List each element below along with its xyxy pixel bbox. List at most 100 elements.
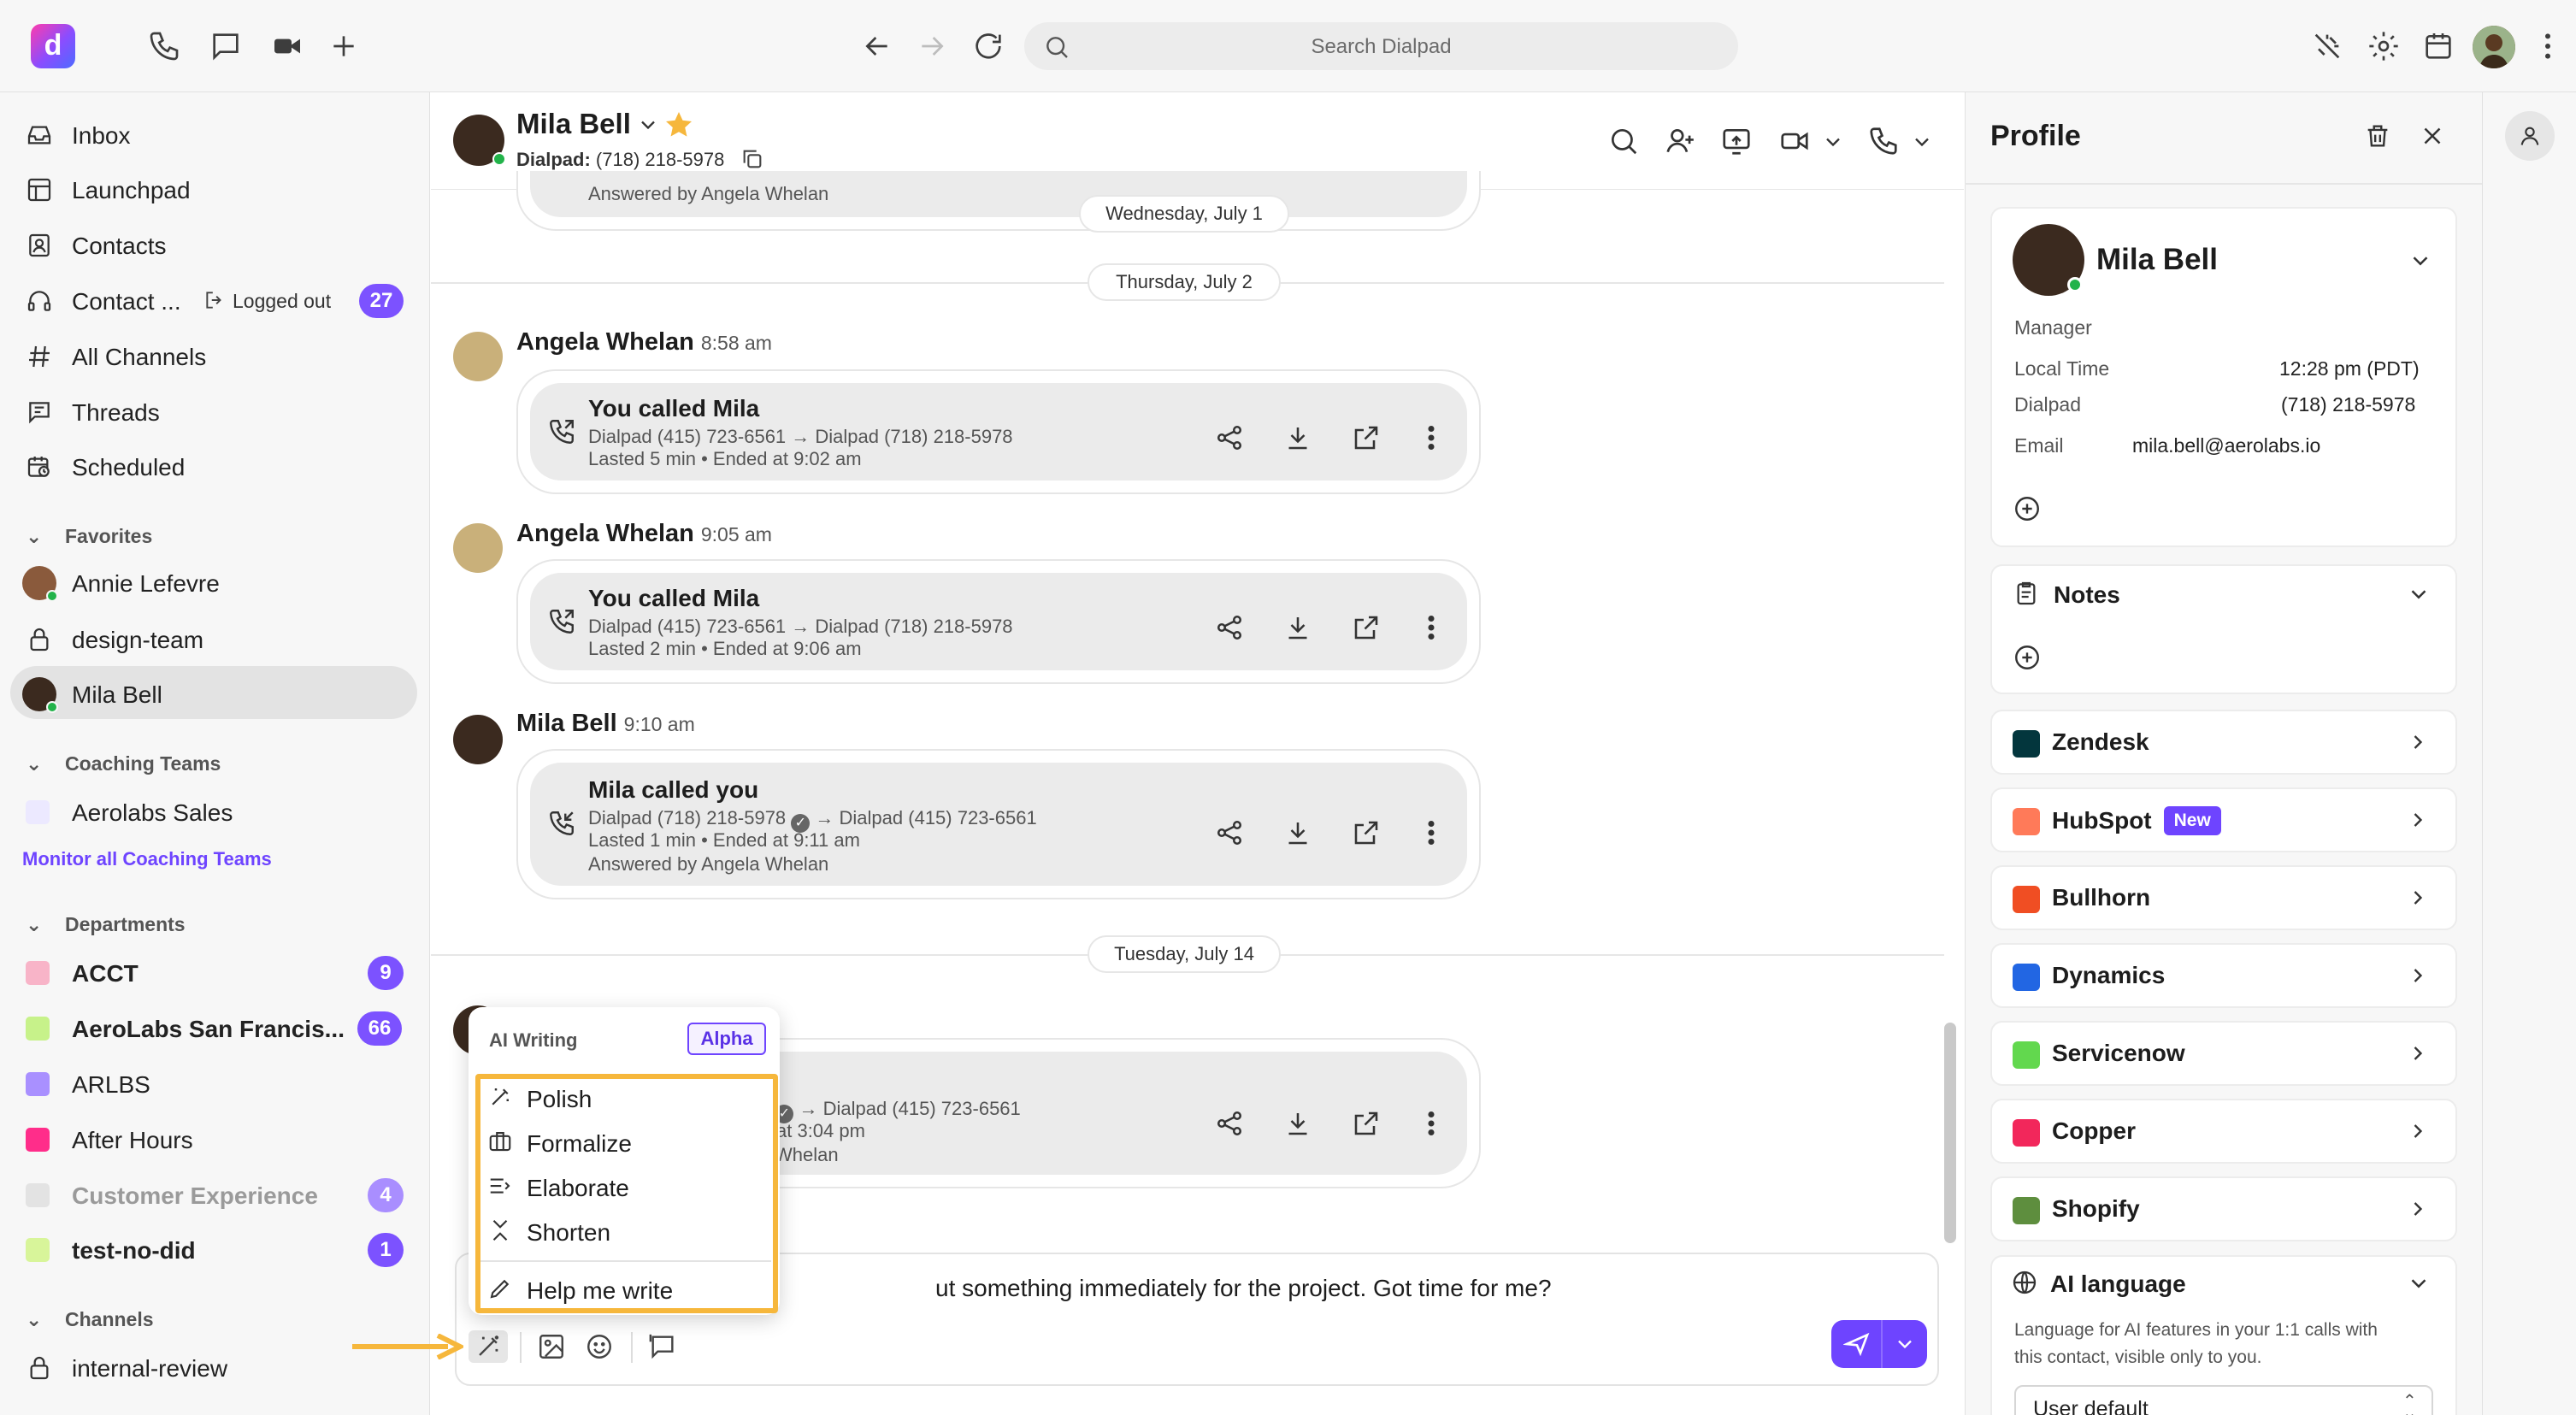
- plus-icon[interactable]: [327, 29, 361, 63]
- sidebar-item-contacts[interactable]: Contacts: [26, 221, 419, 266]
- lock-icon: [26, 1354, 53, 1382]
- favorites-section-header[interactable]: ⌄ Favorites: [26, 525, 152, 548]
- add-note-icon[interactable]: [2013, 643, 2042, 672]
- open-external-icon[interactable]: [1351, 1108, 1382, 1139]
- sidebar-item-mila-bell[interactable]: Mila Bell: [22, 670, 419, 715]
- sidebar-item-after-hours[interactable]: After Hours: [26, 1116, 419, 1160]
- copy-icon[interactable]: [740, 147, 764, 171]
- chevron-down-icon[interactable]: [2408, 248, 2433, 274]
- ai-language-select[interactable]: User default ⌃ ⌄: [2014, 1385, 2433, 1415]
- share-icon[interactable]: [1214, 612, 1245, 643]
- sidebar-item-annie-lefevre[interactable]: Annie Lefevre: [22, 559, 419, 604]
- star-icon[interactable]: [663, 109, 694, 140]
- coaching-section-header[interactable]: ⌄ Coaching Teams: [26, 752, 221, 775]
- sidebar-item-all-channels[interactable]: All Channels: [26, 333, 419, 377]
- channels-section-header[interactable]: ⌄ Channels: [26, 1308, 154, 1331]
- message-icon[interactable]: [209, 29, 243, 63]
- user-avatar[interactable]: [2473, 26, 2515, 68]
- trash-icon[interactable]: [2363, 121, 2392, 150]
- video-icon[interactable]: [1778, 125, 1811, 157]
- sidebar-item-launchpad[interactable]: Launchpad: [26, 166, 419, 210]
- sidebar-item-aerolabs-sf[interactable]: AeroLabs San Francis... 66: [26, 1005, 419, 1049]
- chevron-down-icon[interactable]: [2406, 581, 2432, 607]
- chevron-down-icon[interactable]: [636, 113, 660, 137]
- quick-reply-icon[interactable]: [648, 1332, 677, 1361]
- integration-zendesk[interactable]: Zendesk: [1990, 710, 2457, 775]
- sidebar-item-customer-experience[interactable]: Customer Experience 4: [26, 1171, 419, 1216]
- ai-option-formalize[interactable]: Formalize: [487, 1125, 761, 1159]
- integration-dynamics[interactable]: Dynamics: [1990, 943, 2457, 1008]
- add-person-icon[interactable]: [1664, 125, 1696, 157]
- open-external-icon[interactable]: [1351, 817, 1382, 848]
- share-icon[interactable]: [1214, 422, 1245, 453]
- integration-shopify[interactable]: Shopify: [1990, 1176, 2457, 1241]
- search-input[interactable]: Search Dialpad: [1024, 22, 1738, 70]
- sidebar-item-threads[interactable]: Threads: [26, 388, 419, 433]
- scrollbar[interactable]: [1944, 1023, 1956, 1243]
- download-icon[interactable]: [1282, 612, 1313, 643]
- profile-toggle-button[interactable]: [2505, 111, 2555, 161]
- integration-bullhorn[interactable]: Bullhorn: [1990, 865, 2457, 930]
- more-vertical-icon[interactable]: [1416, 612, 1447, 643]
- avatar[interactable]: [453, 523, 503, 573]
- ai-option-elaborate[interactable]: Elaborate: [487, 1170, 761, 1204]
- avatar[interactable]: [453, 715, 503, 764]
- sidebar-item-inbox[interactable]: Inbox: [26, 111, 419, 156]
- sidebar-item-test-no-did[interactable]: test-no-did 1: [26, 1226, 419, 1271]
- more-vertical-icon[interactable]: [2531, 29, 2565, 63]
- open-external-icon[interactable]: [1351, 612, 1382, 643]
- download-icon[interactable]: [1282, 1108, 1313, 1139]
- screen-share-icon[interactable]: [1720, 125, 1753, 157]
- share-icon[interactable]: [1214, 817, 1245, 848]
- sidebar-item-scheduled[interactable]: Scheduled: [26, 443, 419, 487]
- sidebar-item-aerolabs-sales[interactable]: Aerolabs Sales: [26, 788, 419, 833]
- forward-arrow-icon[interactable]: [915, 29, 949, 63]
- more-vertical-icon[interactable]: [1416, 817, 1447, 848]
- chevron-down-icon[interactable]: [1821, 130, 1845, 154]
- refresh-icon[interactable]: [971, 29, 1005, 63]
- open-external-icon[interactable]: [1351, 422, 1382, 453]
- close-icon[interactable]: [2418, 121, 2447, 150]
- field-value[interactable]: mila.bell@aerolabs.io: [2132, 434, 2320, 457]
- download-icon[interactable]: [1282, 422, 1313, 453]
- sidebar-item-design-team[interactable]: design-team: [26, 616, 419, 660]
- chevron-down-icon[interactable]: [1910, 130, 1934, 154]
- dialpad-logo[interactable]: d: [31, 24, 75, 68]
- globe-icon: [2011, 1269, 2038, 1296]
- integration-hubspot[interactable]: HubSpot New: [1990, 787, 2457, 852]
- download-icon[interactable]: [1282, 817, 1313, 848]
- more-vertical-icon[interactable]: [1416, 422, 1447, 453]
- back-arrow-icon[interactable]: [860, 29, 894, 63]
- sidebar-item-acct[interactable]: ACCT 9: [26, 949, 419, 993]
- send-button[interactable]: [1831, 1320, 1927, 1368]
- search-icon[interactable]: [1607, 125, 1640, 157]
- add-field-icon[interactable]: [2013, 494, 2042, 523]
- avatar[interactable]: [453, 332, 503, 381]
- more-vertical-icon[interactable]: [1416, 1108, 1447, 1139]
- ai-option-shorten[interactable]: Shorten: [487, 1214, 761, 1248]
- monitor-coaching-link[interactable]: Monitor all Coaching Teams: [22, 848, 272, 870]
- departments-section-header[interactable]: ⌄ Departments: [26, 913, 186, 936]
- emoji-icon[interactable]: [585, 1332, 614, 1361]
- integration-label: Copper: [2052, 1117, 2136, 1144]
- composer-text[interactable]: ut something immediately for the project…: [935, 1275, 1552, 1302]
- share-icon[interactable]: [1214, 1108, 1245, 1139]
- contact-name[interactable]: Mila Bell: [516, 108, 631, 140]
- chevron-down-icon[interactable]: [2406, 1271, 2432, 1296]
- phone-icon[interactable]: [147, 29, 181, 63]
- ai-option-help-me-write[interactable]: Help me write: [487, 1272, 761, 1306]
- phone-icon[interactable]: [1867, 125, 1900, 157]
- call-detail: Dialpad (415) 723-6561 → Dialpad (718) 2…: [588, 426, 1013, 447]
- calendar-icon[interactable]: [2421, 29, 2455, 63]
- image-icon[interactable]: [537, 1332, 566, 1361]
- gear-icon[interactable]: [2367, 29, 2401, 63]
- video-icon[interactable]: [270, 29, 304, 63]
- integration-servicenow[interactable]: Servicenow: [1990, 1021, 2457, 1086]
- sidebar-item-arlbs[interactable]: ARLBS: [26, 1060, 419, 1105]
- ai-option-polish[interactable]: Polish: [487, 1081, 761, 1115]
- ai-off-icon[interactable]: [2310, 29, 2344, 63]
- sidebar-item-contact-center[interactable]: Contact ... Logged out 27: [26, 277, 419, 321]
- integration-copper[interactable]: Copper: [1990, 1099, 2457, 1164]
- chevron-down-icon[interactable]: [1893, 1332, 1917, 1356]
- contact-avatar[interactable]: [453, 115, 506, 166]
